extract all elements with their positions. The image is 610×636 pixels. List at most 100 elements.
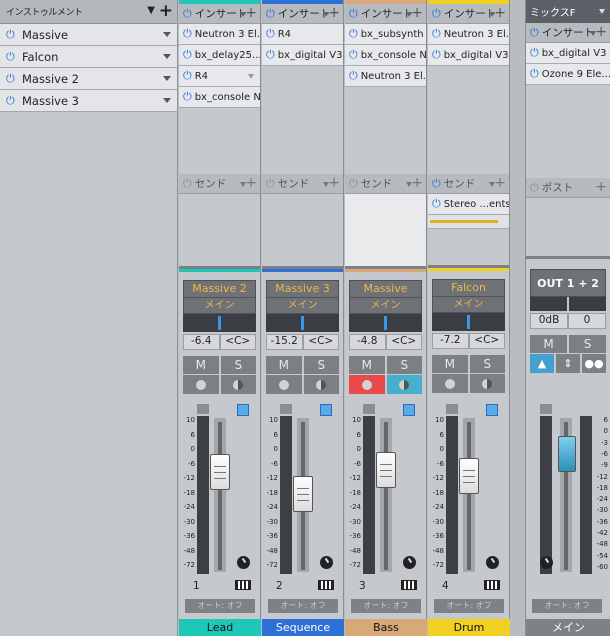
solo-button[interactable]: S — [469, 355, 505, 373]
piano-keyboard-icon[interactable] — [235, 580, 251, 590]
power-icon[interactable]: ⏻ — [6, 94, 22, 108]
power-icon[interactable]: ⏻ — [183, 7, 192, 21]
metronome-icon[interactable]: ▲ — [530, 354, 554, 373]
main-fader-cap[interactable] — [558, 436, 576, 472]
pan-value[interactable]: <C> — [385, 334, 422, 350]
instrument-item[interactable]: ⏻ Massive — [0, 24, 177, 46]
solo-button[interactable]: S — [569, 335, 606, 353]
add-send-button[interactable]: + — [245, 175, 257, 191]
insert-slot[interactable]: ⏻ bx_digital V3 — [262, 45, 343, 66]
mute-button[interactable]: M — [183, 356, 219, 374]
power-icon[interactable]: ⏻ — [530, 181, 539, 195]
clip-indicator[interactable] — [363, 404, 375, 414]
mix-fx-header[interactable]: ミックスF — [526, 0, 610, 23]
power-icon[interactable]: ⏻ — [183, 27, 192, 41]
volume-value[interactable]: -15.2 — [266, 334, 303, 350]
output-selector[interactable]: OUT 1 + 2 — [530, 269, 606, 297]
chevron-down-icon[interactable] — [163, 76, 171, 81]
power-icon[interactable]: ⏻ — [349, 69, 358, 83]
pan-marker[interactable] — [384, 316, 387, 330]
monitor-button[interactable] — [469, 374, 505, 393]
gain-icon[interactable]: ⇕ — [556, 354, 580, 373]
chevron-down-icon[interactable] — [163, 54, 171, 59]
volume-value[interactable]: -6.4 — [183, 334, 220, 350]
send-level[interactable] — [428, 215, 509, 229]
power-icon[interactable]: ⏻ — [530, 67, 539, 81]
insert-header[interactable]: ⏻ インサート + — [345, 4, 426, 24]
fader-cap[interactable] — [210, 454, 230, 490]
automation-mode[interactable]: オート: オフ — [185, 599, 255, 613]
insert-slot[interactable]: ⏻ Neutron 3 El... — [428, 24, 509, 45]
channel-label[interactable]: Bass — [345, 619, 427, 636]
mute-button[interactable]: M — [266, 356, 302, 374]
channel-name-box[interactable]: Massive 2 メイン — [183, 280, 256, 314]
volume-value[interactable]: -4.8 — [349, 334, 386, 350]
insert-header[interactable]: ⏻ インサート + — [179, 4, 260, 24]
add-send-button[interactable]: + — [411, 175, 423, 191]
chevron-down-icon[interactable] — [163, 32, 171, 37]
instrument-item[interactable]: ⏻ Massive 3 — [0, 90, 177, 112]
power-icon[interactable]: ⏻ — [266, 177, 275, 191]
main-volume-value[interactable]: 0dB — [530, 313, 568, 329]
channel-label[interactable]: Sequence — [262, 619, 344, 636]
send-header[interactable]: ⏻ センド + — [262, 174, 343, 194]
solo-button[interactable]: S — [220, 356, 256, 374]
trim-knob[interactable] — [403, 556, 416, 569]
mute-button[interactable]: M — [349, 356, 385, 374]
post-header[interactable]: ⏻ ポスト + — [526, 178, 610, 198]
piano-keyboard-icon[interactable] — [318, 580, 334, 590]
power-icon[interactable]: ⏻ — [349, 48, 358, 62]
pan-slider[interactable] — [183, 314, 256, 332]
power-icon[interactable]: ⏻ — [6, 50, 22, 64]
trim-knob[interactable] — [320, 556, 333, 569]
power-icon[interactable]: ⏻ — [349, 177, 358, 191]
pan-right[interactable] — [569, 297, 606, 311]
volume-value[interactable]: -7.2 — [432, 333, 469, 349]
power-icon[interactable]: ⏻ — [183, 69, 192, 83]
pan-value[interactable]: <C> — [219, 334, 256, 350]
send-header[interactable]: ⏻ センド + — [179, 174, 260, 194]
expand-button[interactable] — [403, 404, 415, 416]
main-trim-knob[interactable] — [540, 556, 553, 569]
record-button[interactable] — [266, 375, 302, 394]
power-icon[interactable]: ⏻ — [6, 28, 22, 42]
main-pan[interactable] — [530, 297, 606, 311]
monitor-button[interactable] — [220, 375, 256, 394]
link-icon[interactable]: ●● — [582, 354, 606, 373]
chevron-down-icon[interactable] — [163, 98, 171, 103]
pan-slider[interactable] — [349, 314, 422, 332]
main-insert-header[interactable]: ⏻ インサート + — [526, 23, 610, 43]
insert-slot[interactable]: ⏻ R4 — [179, 66, 260, 87]
piano-keyboard-icon[interactable] — [484, 580, 500, 590]
solo-button[interactable]: S — [303, 356, 339, 374]
pan-marker[interactable] — [301, 316, 304, 330]
clip-indicator[interactable] — [280, 404, 292, 414]
automation-mode[interactable]: オート: オフ — [434, 599, 504, 613]
power-icon[interactable]: ⏻ — [432, 27, 441, 41]
clip-indicator[interactable] — [540, 404, 552, 414]
insert-slot[interactable]: ⏻ bx_console N — [179, 87, 260, 108]
send-slot[interactable]: ⏻ Stereo ...ents — [428, 194, 509, 215]
insert-header[interactable]: ⏻ インサート + — [262, 4, 343, 24]
fader-cap[interactable] — [376, 452, 396, 488]
monitor-button[interactable] — [386, 375, 422, 394]
add-insert-button[interactable]: + — [411, 5, 423, 21]
mute-button[interactable]: M — [530, 335, 567, 353]
power-icon[interactable]: ⏻ — [349, 27, 358, 41]
add-instrument-button[interactable]: + — [159, 1, 173, 21]
power-icon[interactable]: ⏻ — [6, 72, 22, 86]
power-icon[interactable]: ⏻ — [432, 48, 441, 62]
channel-name-box[interactable]: Falcon メイン — [432, 279, 505, 313]
power-icon[interactable]: ⏻ — [530, 46, 539, 60]
trim-knob[interactable] — [486, 556, 499, 569]
expand-button[interactable] — [237, 404, 249, 416]
insert-slot[interactable]: ⏻ R4 — [262, 24, 343, 45]
pan-slider[interactable] — [266, 314, 339, 332]
main-channel-label[interactable]: メイン — [526, 619, 610, 636]
pan-slider[interactable] — [432, 313, 505, 331]
automation-mode[interactable]: オート: オフ — [532, 599, 602, 613]
chevron-down-icon[interactable] — [248, 74, 254, 79]
pan-value[interactable]: <C> — [302, 334, 339, 350]
power-icon[interactable]: ⏻ — [183, 48, 192, 62]
instrument-item[interactable]: ⏻ Massive 2 — [0, 68, 177, 90]
